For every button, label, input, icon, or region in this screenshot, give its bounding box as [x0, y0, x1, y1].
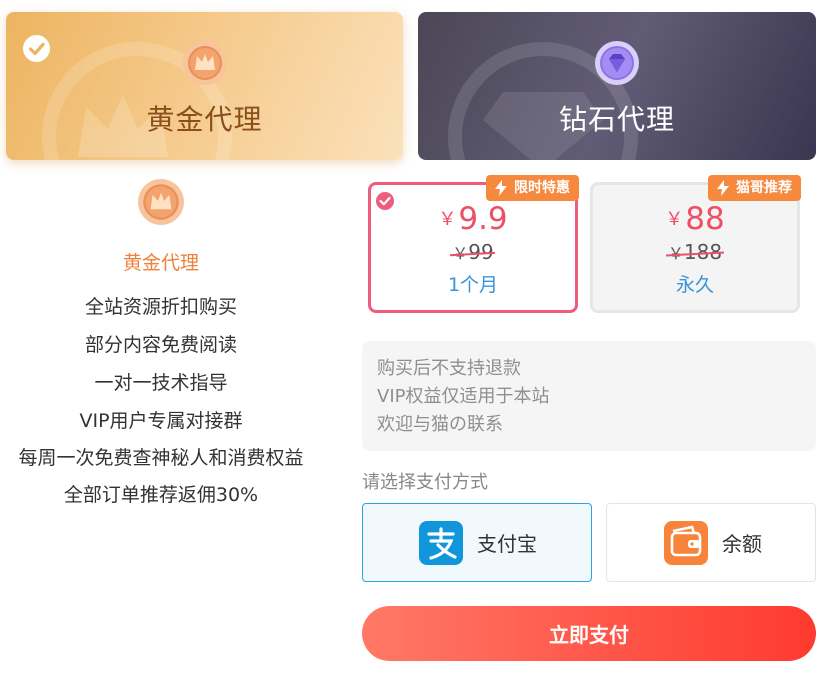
lightning-icon [717, 180, 729, 196]
notice-line: 欢迎与猫の联系 [377, 414, 503, 435]
tier-title: 黄金代理 [146, 103, 263, 136]
selected-check-icon [376, 192, 394, 210]
plan-info: 黄金代理 全站资源折扣购买 部分内容免费阅读 一对一技术指导 VIP用户专属对接… [0, 178, 322, 514]
price-period: 1个月 [447, 274, 499, 296]
currency-symbol: ￥ [438, 209, 457, 230]
tier-card-gold[interactable]: 黄金代理 [6, 12, 403, 160]
notice-line: VIP权益仅适用于本站 [377, 386, 550, 407]
currency-symbol: ￥ [667, 244, 684, 263]
pay-now-button[interactable]: 立即支付 [362, 606, 816, 661]
current-price: ￥9.9 [371, 199, 575, 240]
price-tag-badge: 猫哥推荐 [708, 175, 801, 201]
benefit-item: 全部订单推荐返佣30% [63, 484, 259, 506]
benefit-item: 一对一技术指导 [94, 372, 228, 394]
benefit-item: VIP用户专属对接群 [79, 410, 243, 432]
price-tag-badge: 限时特惠 [486, 175, 579, 201]
wallet-icon [664, 520, 708, 565]
original-price: ￥99 [452, 238, 493, 268]
diamond-badge-icon [595, 41, 639, 85]
price-value: 9.9 [458, 201, 508, 237]
price-tag-label: 猫哥推荐 [736, 180, 792, 196]
original-price-value: 99 [468, 240, 494, 264]
price-option-monthly[interactable]: 限时特惠 ￥9.9 ￥99 1个月 [368, 175, 579, 313]
original-price-value: 188 [683, 240, 723, 264]
benefit-item: 全站资源折扣购买 [84, 296, 237, 318]
payment-option-label: 余额 [722, 532, 762, 556]
payment-option-label: 支付宝 [477, 532, 537, 556]
plan-name: 黄金代理 [122, 252, 199, 274]
price-option-lifetime[interactable]: 猫哥推荐 ￥88 ￥188 永久 [590, 175, 801, 313]
crown-badge-icon [182, 41, 227, 85]
tier-title: 钻石代理 [558, 103, 675, 136]
current-price: ￥88 [593, 199, 797, 240]
notice-line: 购买后不支持退款 [377, 358, 521, 379]
original-price: ￥188 [668, 238, 722, 268]
alipay-icon [419, 520, 463, 565]
notice-box: 购买后不支持退款 VIP权益仅适用于本站 欢迎与猫の联系 [362, 341, 816, 451]
price-value: 88 [685, 201, 725, 237]
price-period: 永久 [675, 274, 714, 296]
benefit-item: 部分内容免费阅读 [84, 334, 237, 356]
currency-symbol: ￥ [452, 244, 469, 263]
selected-check-icon [23, 35, 50, 62]
payment-method-label: 请选择支付方式 [362, 472, 488, 493]
crown-badge-icon [138, 179, 184, 225]
payment-option-balance[interactable]: 余额 [606, 503, 816, 582]
tier-card-diamond[interactable]: 钻石代理 [418, 12, 816, 160]
currency-symbol: ￥ [665, 209, 684, 230]
benefit-item: 每周一次免费查神秘人和消费权益 [18, 447, 304, 469]
price-tag-label: 限时特惠 [514, 180, 570, 196]
lightning-icon [495, 180, 507, 196]
payment-option-alipay[interactable]: 支付宝 [362, 503, 592, 582]
benefit-list: 全站资源折扣购买 部分内容免费阅读 一对一技术指导 VIP用户专属对接群 每周一… [0, 288, 322, 514]
